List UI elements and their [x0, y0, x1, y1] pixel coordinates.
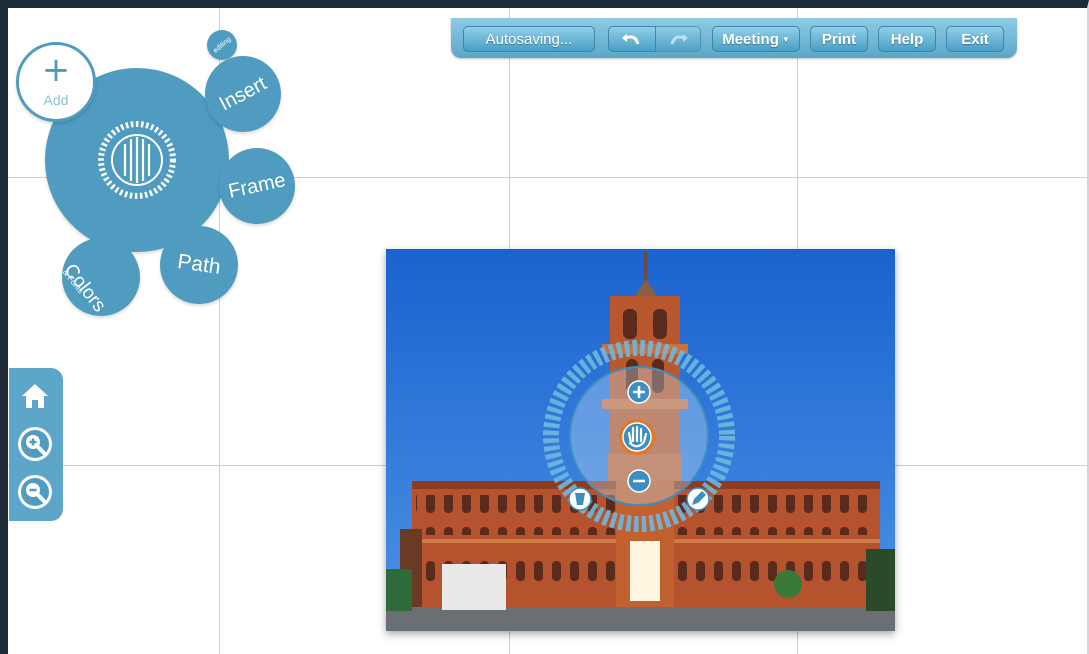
- scale-down-button[interactable]: [627, 469, 651, 493]
- undo-icon: [622, 34, 640, 45]
- path-label: Path: [176, 250, 223, 279]
- undo-button[interactable]: [608, 26, 656, 52]
- meeting-dropdown[interactable]: Meeting ▼: [712, 26, 800, 52]
- insert-button[interactable]: Insert: [205, 56, 281, 132]
- edit-button[interactable]: [686, 487, 710, 511]
- top-toolbar: Autosaving... Meeting ▼ Print Help Exit: [451, 18, 1017, 58]
- print-button[interactable]: Print: [810, 26, 868, 52]
- move-button[interactable]: [619, 419, 655, 455]
- frame-label: Frame: [226, 168, 288, 203]
- scale-up-button[interactable]: [627, 380, 651, 404]
- path-button[interactable]: Path: [160, 226, 238, 304]
- help-button[interactable]: Help: [878, 26, 936, 52]
- home-button[interactable]: [18, 379, 52, 413]
- bubble-menu: + Add editing Insert Frame Path Colors &…: [0, 0, 310, 320]
- plus-icon: +: [41, 50, 71, 90]
- add-button[interactable]: + Add: [16, 42, 96, 122]
- redo-icon: [670, 34, 688, 45]
- home-icon: [22, 384, 48, 408]
- zoom-panel: [9, 368, 63, 521]
- canvas-photo[interactable]: [386, 249, 895, 631]
- zoom-out-icon: [21, 478, 49, 506]
- meeting-label: Meeting: [722, 30, 779, 48]
- delete-button[interactable]: [568, 487, 592, 511]
- frame-button[interactable]: Frame: [219, 148, 295, 224]
- zoom-in-button[interactable]: [18, 427, 52, 461]
- redo-button[interactable]: [655, 26, 701, 52]
- street: [386, 607, 895, 631]
- chevron-down-icon: ▼: [781, 34, 790, 44]
- exit-button[interactable]: Exit: [946, 26, 1004, 52]
- add-label: Add: [43, 92, 69, 108]
- colors-fonts-button[interactable]: Colors & Fonts: [59, 238, 140, 316]
- zoom-in-icon: [21, 430, 49, 458]
- zoom-out-button[interactable]: [18, 475, 52, 509]
- truck: [442, 564, 506, 610]
- autosave-button[interactable]: Autosaving...: [463, 26, 595, 52]
